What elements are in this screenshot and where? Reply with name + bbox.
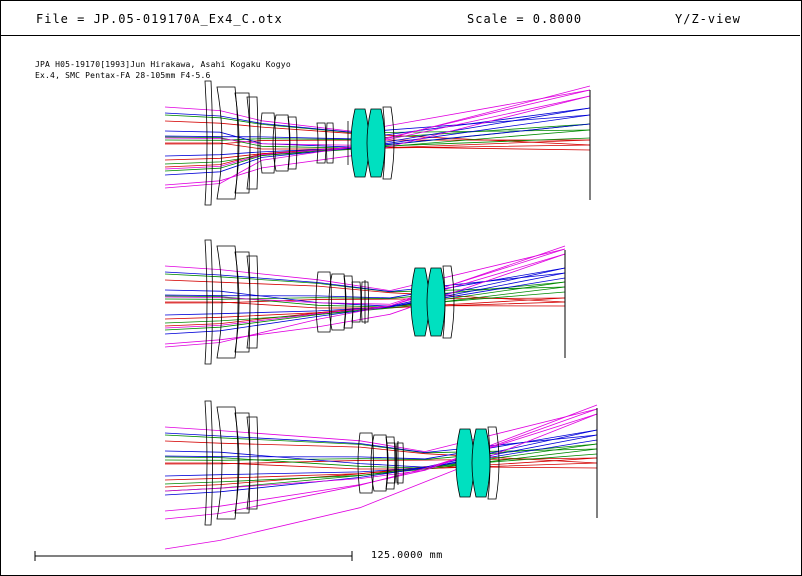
highlighted-lens-element [426,267,446,337]
fourth-group-element [487,426,500,500]
zoom-configurations [164,80,598,550]
light-ray [164,466,598,488]
highlighted-lens-element [410,267,430,337]
highlighted-lens-element [366,108,386,178]
configuration-wide [164,80,591,206]
lens-elements [204,239,566,365]
light-ray [164,408,598,453]
configuration-tele [164,400,598,550]
lens-elements [204,80,591,206]
highlighted-lens-element [471,428,491,498]
highlighted-lens-element [350,108,370,178]
scale-bar [34,551,353,561]
scale-bar-label: 125.0000 mm [371,550,443,561]
highlighted-lens-element [455,428,475,498]
ray-bundle [164,404,598,550]
lens-layout-diagram [34,80,598,561]
light-ray [164,429,598,468]
configuration-middle [164,239,566,365]
